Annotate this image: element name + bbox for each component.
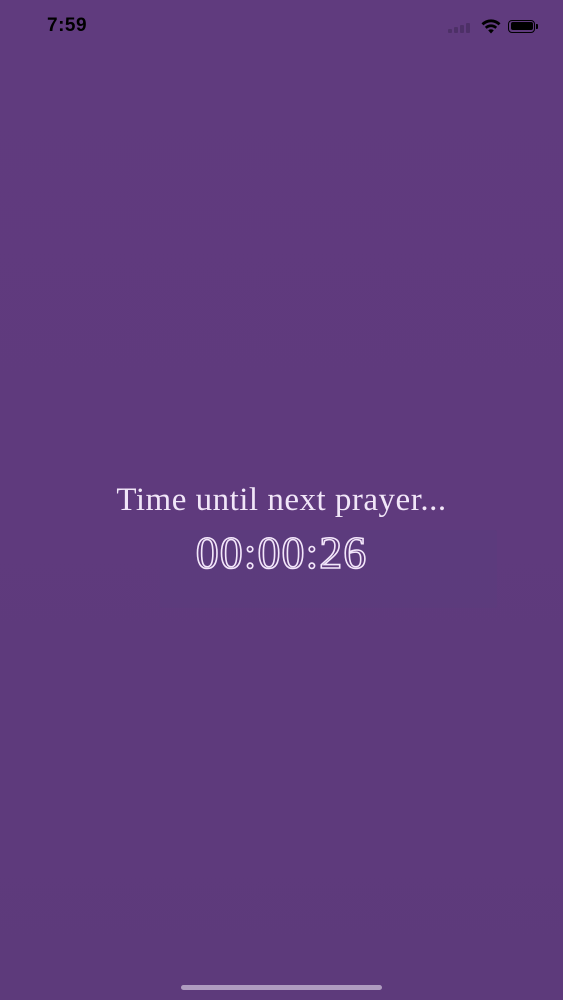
signal-icon <box>448 19 474 33</box>
wifi-icon <box>481 19 501 34</box>
status-icons <box>448 18 541 34</box>
battery-cap <box>536 23 538 29</box>
status-bar: 7:59 <box>0 0 563 56</box>
battery-fill <box>510 22 533 30</box>
countdown-section: Time until next prayer... 00:00:26 <box>0 478 563 582</box>
status-time: 7:59 <box>47 15 88 36</box>
countdown-timer: 00:00:26 <box>195 526 368 579</box>
battery-body <box>508 19 535 33</box>
home-indicator[interactable] <box>181 985 382 990</box>
countdown-label: Time until next prayer... <box>116 482 447 518</box>
app-screen: 7:59 Time until next prayer... 00:00:26 <box>0 0 563 1000</box>
battery-icon <box>508 18 541 34</box>
